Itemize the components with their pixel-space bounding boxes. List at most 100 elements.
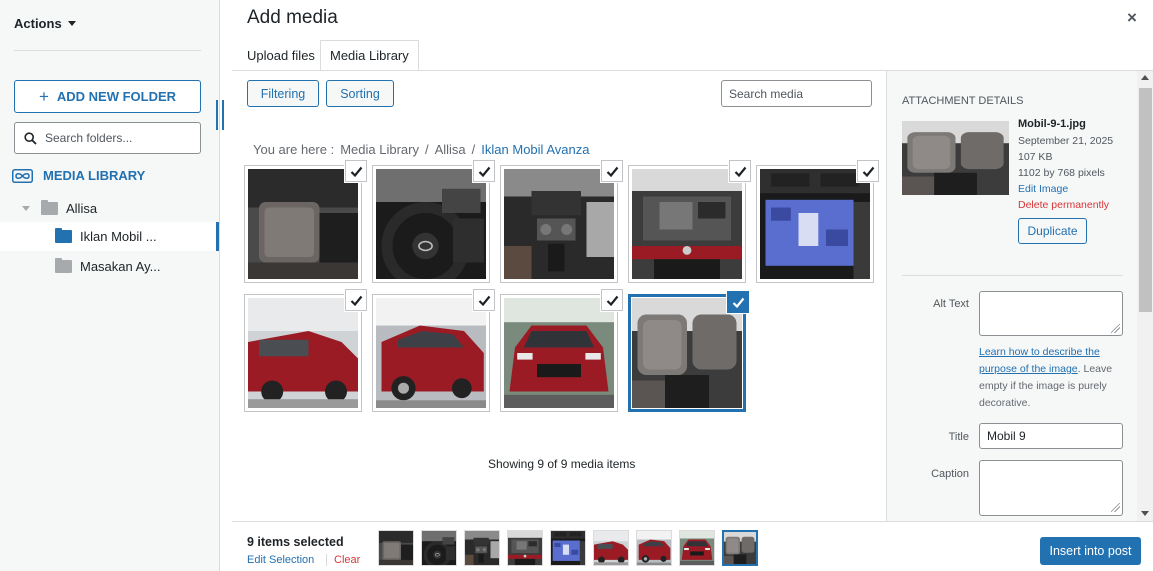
media-item[interactable]: [500, 289, 623, 412]
media-thumbnail: [248, 298, 358, 408]
checkmark-icon[interactable]: [473, 160, 495, 182]
media-thumbnail: [760, 169, 870, 279]
attachment-size: 107 KB: [1018, 151, 1053, 163]
attachment-date: September 21, 2025: [1018, 135, 1114, 147]
checkmark-icon[interactable]: [727, 291, 749, 313]
selected-thumbnail[interactable]: [464, 530, 500, 566]
selected-thumbnail[interactable]: [507, 530, 543, 566]
selected-thumbnail[interactable]: [550, 530, 586, 566]
folder-label: Iklan Mobil ...: [80, 229, 157, 244]
search-icon: [24, 131, 37, 145]
scrollbar-thumb[interactable]: [1139, 88, 1152, 312]
media-thumbnail: [504, 298, 614, 408]
checkmark-icon[interactable]: [729, 160, 751, 182]
scroll-down-icon[interactable]: [1141, 511, 1149, 516]
tab-media-library[interactable]: Media Library: [320, 40, 419, 71]
breadcrumb-separator: /: [471, 142, 476, 157]
media-thumbnail: [504, 169, 614, 279]
media-item[interactable]: [628, 160, 751, 283]
media-thumbnail: [248, 169, 358, 279]
media-item[interactable]: [244, 160, 367, 283]
breadcrumb-item[interactable]: Allisa: [435, 142, 466, 157]
filtering-button[interactable]: Filtering: [247, 80, 319, 107]
checkmark-icon[interactable]: [601, 160, 623, 182]
media-item[interactable]: [372, 160, 495, 283]
media-item[interactable]: [372, 289, 495, 412]
folder-search-box: [14, 122, 201, 154]
actions-menu[interactable]: Actions: [14, 16, 76, 31]
title-label: Title: [948, 431, 969, 443]
folder-icon: [41, 200, 58, 215]
edit-selection-link[interactable]: Edit Selection: [247, 554, 314, 566]
clear-selection-link[interactable]: Clear: [326, 554, 360, 566]
media-thumbnail: [376, 298, 486, 408]
showing-count: Showing 9 of 9 media items: [488, 457, 636, 471]
insert-into-post-button[interactable]: Insert into post: [1040, 537, 1141, 565]
folder-item-iklan-mobil[interactable]: Iklan Mobil ...: [0, 222, 219, 251]
add-folder-label: ADD NEW FOLDER: [56, 89, 177, 104]
checkmark-icon[interactable]: [473, 289, 495, 311]
media-item[interactable]: [628, 291, 749, 412]
attachment-thumbnail: [902, 121, 1009, 195]
media-library-label: MEDIA LIBRARY: [43, 168, 146, 183]
add-new-folder-button[interactable]: + ADD NEW FOLDER: [14, 80, 201, 113]
resize-grip-icon: [1111, 324, 1120, 333]
media-thumbnail: [376, 169, 486, 279]
attachment-details-heading: ATTACHMENT DETAILS: [902, 95, 1024, 107]
actions-label: Actions: [14, 16, 62, 31]
folder-icon: [55, 258, 72, 273]
modal-title: Add media: [247, 7, 338, 28]
resize-grip-icon: [1111, 503, 1120, 512]
infinity-icon: [12, 168, 33, 183]
search-media-input[interactable]: [721, 80, 872, 107]
scroll-up-icon[interactable]: [1141, 75, 1149, 80]
selected-thumbnail[interactable]: [722, 530, 758, 566]
media-thumbnail: [632, 169, 742, 279]
alt-text-label: Alt Text: [933, 298, 969, 310]
attachment-dimensions: 1102 by 768 pixels: [1018, 167, 1105, 179]
alt-text-field[interactable]: [979, 291, 1123, 336]
plus-icon: +: [38, 87, 49, 106]
expand-toggle-icon[interactable]: [22, 206, 30, 211]
checkmark-icon[interactable]: [345, 289, 367, 311]
selected-thumbnail[interactable]: [378, 530, 414, 566]
title-field[interactable]: [979, 423, 1123, 449]
breadcrumb-separator: /: [424, 142, 429, 157]
folder-label: Allisa: [66, 201, 98, 216]
breadcrumb-prefix: You are here :: [253, 142, 335, 157]
caption-field[interactable]: [979, 460, 1123, 516]
caret-down-icon: [67, 21, 76, 26]
selected-thumbnail[interactable]: [636, 530, 672, 566]
checkmark-icon[interactable]: [601, 289, 623, 311]
divider: [14, 50, 201, 51]
folder-item-allisa[interactable]: Allisa: [0, 194, 219, 223]
sorting-button[interactable]: Sorting: [326, 80, 394, 107]
media-library-root[interactable]: MEDIA LIBRARY: [12, 168, 145, 183]
sidebar-resize-handle[interactable]: [216, 100, 224, 130]
breadcrumb-current[interactable]: Iklan Mobil Avanza: [481, 142, 589, 157]
breadcrumb-item[interactable]: Media Library: [340, 142, 419, 157]
tab-upload-files[interactable]: Upload files: [238, 40, 324, 71]
edit-image-link[interactable]: Edit Image: [1018, 183, 1068, 195]
folder-item-masakan[interactable]: Masakan Ay...: [0, 252, 219, 281]
duplicate-button[interactable]: Duplicate: [1018, 218, 1087, 244]
close-icon[interactable]: ×: [1123, 9, 1141, 27]
selected-thumbnail[interactable]: [421, 530, 457, 566]
media-item[interactable]: [756, 160, 879, 283]
media-thumbnail: [632, 298, 742, 408]
caption-label: Caption: [931, 468, 969, 480]
folder-label: Masakan Ay...: [80, 259, 161, 274]
checkmark-icon[interactable]: [857, 160, 879, 182]
selected-count: 9 items selected: [247, 535, 344, 549]
media-item[interactable]: [244, 289, 367, 412]
alt-text-help: Learn how to describe the purpose of the…: [979, 344, 1119, 412]
divider: [902, 275, 1123, 276]
breadcrumb: You are here : Media Library / Allisa / …: [253, 142, 589, 157]
selected-thumbnail[interactable]: [593, 530, 629, 566]
folder-search-input[interactable]: [45, 131, 195, 145]
delete-permanently-link[interactable]: Delete permanently: [1018, 199, 1109, 211]
media-item[interactable]: [500, 160, 623, 283]
checkmark-icon[interactable]: [345, 160, 367, 182]
selected-thumbnail[interactable]: [679, 530, 715, 566]
folder-icon: [55, 228, 72, 243]
